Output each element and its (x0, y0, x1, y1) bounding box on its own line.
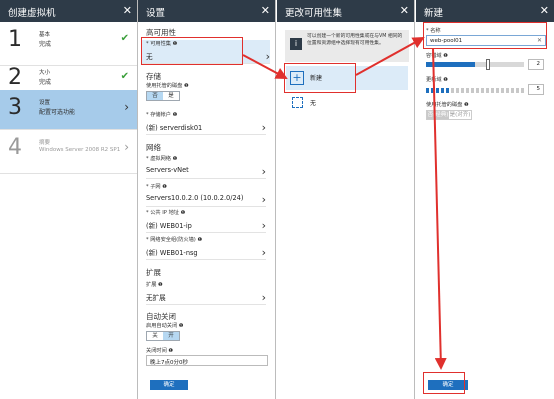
chevron-right-icon: › (124, 100, 129, 114)
auto-shutdown-toggle[interactable]: 关 开 (146, 331, 180, 341)
step-number: 1 (8, 27, 22, 52)
availability-set-icon (292, 97, 303, 108)
highlight-name-field (423, 22, 547, 49)
subnet-label: * 子网 ❶ (146, 184, 167, 190)
auto-shutdown-on[interactable]: 开 (163, 332, 179, 340)
auto-shutdown-section-title: 自动关闭 (146, 312, 176, 321)
subnet-value: Servers10.0.2.0 (10.0.2.0/24) (146, 194, 244, 202)
storage-account-field[interactable]: * 存储帐户 ❶ (新) serverdisk01 › (146, 111, 266, 135)
nsg-label: * 网络安全组(防火墙) ❶ (146, 237, 203, 243)
nsg-value: (新) WEB01-nsg (146, 249, 198, 257)
none-avset-option[interactable]: 无 (286, 94, 408, 112)
change-avset-header: 更改可用性集 ✕ (277, 0, 414, 22)
network-section-title: 网络 (146, 143, 161, 152)
check-icon: ✔ (120, 71, 129, 82)
new-avset-title: 新建 (424, 8, 444, 19)
auto-shutdown-label: 启用自动关闭 ❶ (146, 323, 184, 329)
managed-disk-mode-toggle[interactable]: 否(经典) 是(对齐) (426, 110, 472, 120)
vnet-value: Servers-vNet (146, 166, 189, 174)
storage-account-label: * 存储帐户 ❶ (146, 112, 178, 118)
chevron-right-icon: › (261, 219, 266, 232)
chevron-right-icon: › (265, 50, 270, 63)
step-status: 完成 (39, 79, 52, 86)
chevron-right-icon: › (261, 291, 266, 304)
chevron-right-icon: › (261, 246, 266, 259)
nsg-field[interactable]: * 网络安全组(防火墙) ❶ (新) WEB01-nsg › (146, 236, 266, 260)
public-ip-field[interactable]: * 公共 IP 地址 ❶ (新) WEB01-ip › (146, 209, 266, 233)
create-vm-header: 创建虚拟机 ✕ (0, 0, 137, 22)
extensions-field[interactable]: 扩展 ❶ 无扩展 › (146, 281, 266, 305)
update-domain-slider[interactable] (426, 88, 524, 93)
chevron-right-icon: › (261, 165, 266, 178)
subnet-field[interactable]: * 子网 ❶ Servers10.0.2.0 (10.0.2.0/24) › (146, 183, 266, 207)
change-avset-title: 更改可用性集 (285, 8, 343, 19)
highlight-ok-button (423, 372, 465, 394)
create-vm-title: 创建虚拟机 (8, 8, 56, 19)
close-icon[interactable]: ✕ (540, 4, 549, 17)
shutdown-time-input[interactable]: 晚上7点0分0秒 (146, 355, 268, 366)
managed-disk-yes[interactable]: 是 (163, 92, 179, 100)
highlight-new-option (284, 63, 356, 93)
auto-shutdown-off[interactable]: 关 (147, 332, 163, 340)
close-icon[interactable]: ✕ (123, 4, 132, 17)
managed-disk-label: 使用托管的磁盘 ❶ (146, 83, 189, 89)
info-banner: i 可以创建一个新的可用性集或在与VM 相同的位置和资源组中选择现有可用性集。 (285, 30, 409, 62)
managed-disk-toggle[interactable]: 否 是 (146, 91, 180, 101)
public-ip-value: (新) WEB01-ip (146, 222, 192, 230)
none-label: 无 (310, 100, 317, 107)
storage-section-title: 存储 (146, 72, 161, 81)
step-status: Windows Server 2008 R2 SP1 (39, 147, 121, 153)
aligned-option[interactable]: 是(对齐) (449, 111, 471, 119)
change-availability-set-blade: 更改可用性集 ✕ i 可以创建一个新的可用性集或在与VM 相同的位置和资源组中选… (277, 0, 415, 399)
vnet-label: * 虚拟网络 ❶ (146, 156, 178, 162)
settings-title: 设置 (146, 8, 166, 19)
step-number: 2 (8, 65, 22, 90)
vnet-field[interactable]: * 虚拟网络 ❶ Servers-vNet › (146, 155, 266, 179)
step-number: 4 (8, 135, 22, 160)
new-avset-header: 新建 ✕ (416, 0, 554, 22)
step-number: 3 (8, 95, 22, 120)
storage-account-value: (新) serverdisk01 (146, 124, 203, 132)
fault-domain-value[interactable]: 2 (528, 59, 544, 70)
step-title: 设置 (39, 100, 51, 106)
step-title: 基本 (39, 32, 51, 38)
extensions-label: 扩展 ❶ (146, 282, 163, 288)
step-summary[interactable]: 4 摘要 Windows Server 2008 R2 SP1 › (0, 130, 137, 174)
fault-domain-label: 容错域 ❶ (426, 53, 448, 59)
update-domain-fill (426, 88, 451, 93)
new-availability-set-blade: 新建 ✕ * 名称 web-pool01 ✕ 容错域 ❶ 2 更新域 ❶ 5 使… (416, 0, 554, 399)
step-settings[interactable]: 3 设置 配置可选功能 › (0, 90, 137, 130)
settings-header: 设置 ✕ (138, 0, 275, 22)
fault-domain-thumb[interactable] (486, 59, 490, 70)
extensions-value: 无扩展 (146, 294, 166, 302)
info-icon: i (290, 38, 302, 50)
use-managed-disk-label: 使用托管的磁盘 ❶ (426, 102, 469, 108)
close-icon[interactable]: ✕ (400, 4, 409, 17)
step-title: 大小 (39, 70, 51, 76)
info-text: 可以创建一个新的可用性集或在与VM 相同的位置和资源组中选择现有可用性集。 (307, 34, 403, 46)
check-icon: ✔ (120, 33, 129, 44)
step-status: 完成 (39, 41, 52, 48)
chevron-right-icon: › (124, 140, 129, 154)
step-status: 配置可选功能 (39, 109, 76, 116)
chevron-right-icon: › (261, 193, 266, 206)
close-icon[interactable]: ✕ (261, 4, 270, 17)
fault-domain-slider[interactable] (426, 59, 524, 70)
settings-ok-button[interactable]: 确定 (150, 380, 188, 390)
highlight-availability-set (141, 37, 243, 65)
chevron-right-icon: › (261, 121, 266, 134)
step-title: 摘要 (39, 140, 51, 146)
update-domain-value[interactable]: 5 (528, 84, 544, 95)
fault-domain-fill (426, 62, 475, 67)
shutdown-time-label: 关闭时间 ❶ (146, 348, 174, 354)
update-domain-label: 更新域 ❶ (426, 77, 448, 83)
public-ip-label: * 公共 IP 地址 ❶ (146, 210, 186, 216)
managed-disk-no[interactable]: 否 (147, 92, 163, 100)
classic-option[interactable]: 否(经典) (427, 111, 449, 119)
extensions-section-title: 扩展 (146, 268, 161, 277)
create-vm-blade: 创建虚拟机 ✕ 1 基本 完成 ✔ 2 大小 完成 ✔ 3 设置 配置可选功能 … (0, 0, 138, 399)
